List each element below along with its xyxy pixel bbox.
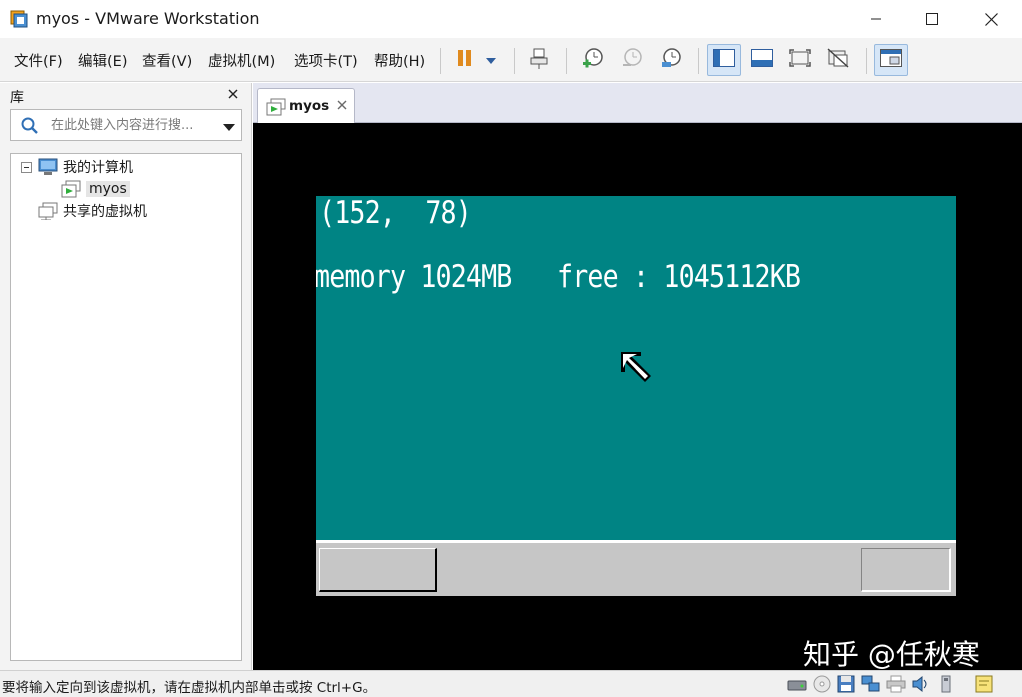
guest-desktop[interactable]: (152, 78) memory 1024MB free : 1045112KB	[316, 196, 956, 596]
vm-console[interactable]: (152, 78) memory 1024MB free : 1045112KB…	[253, 123, 1022, 671]
full-screen-button[interactable]	[783, 44, 817, 76]
snapshot-manager-button[interactable]	[654, 44, 688, 76]
computer-icon	[38, 158, 58, 176]
mouse-cursor-icon	[619, 350, 653, 388]
message-log-icon[interactable]	[974, 675, 994, 693]
vm-running-icon	[61, 180, 81, 198]
tree-item-myos[interactable]: myos	[61, 178, 130, 200]
floppy-icon[interactable]	[836, 675, 856, 693]
snapshot-manager-icon	[659, 46, 683, 74]
toolbar-separator	[440, 48, 441, 74]
tab-label: myos	[289, 98, 330, 114]
menu-view[interactable]: 查看(V)	[142, 50, 192, 71]
tree-item-my-computer[interactable]: 我的计算机	[38, 156, 133, 178]
watermark-text: 知乎 @任秋寒	[803, 638, 980, 671]
revert-snapshot-button[interactable]	[615, 44, 649, 76]
show-thumbnail-icon	[751, 49, 773, 71]
library-close-button[interactable]	[226, 87, 242, 103]
tree-item-shared-vms[interactable]: 共享的虚拟机	[38, 200, 147, 222]
library-tree: 我的计算机 myos 共享的虚拟机	[10, 153, 242, 661]
show-library-icon	[713, 49, 735, 71]
library-search-box	[10, 109, 242, 141]
power-dropdown-button[interactable]	[476, 44, 506, 76]
toolbar-separator	[514, 48, 515, 74]
toolbar-separator	[866, 48, 867, 74]
search-icon	[21, 117, 39, 139]
guest-taskbar	[316, 540, 956, 596]
library-search-input[interactable]	[51, 115, 217, 135]
minimize-button[interactable]	[852, 0, 900, 38]
tab-close-button[interactable]	[336, 99, 348, 115]
guest-tray-area	[861, 548, 951, 592]
vmware-app-icon	[10, 10, 28, 28]
full-screen-icon	[789, 49, 811, 71]
network-adapter-icon[interactable]	[861, 675, 881, 693]
tree-collapse-toggle[interactable]	[21, 162, 32, 173]
guest-start-button[interactable]	[319, 548, 437, 592]
toolbar-separator	[566, 48, 567, 74]
snapshot-take-icon	[581, 46, 605, 74]
menu-vm[interactable]: 虚拟机(M)	[208, 50, 275, 71]
vm-running-icon	[266, 98, 286, 120]
send-ctrl-alt-del-icon	[528, 46, 552, 74]
status-bar: 要将输入定向到该虚拟机，请在虚拟机内部单击或按 Ctrl+G。	[0, 670, 1022, 697]
menu-help[interactable]: 帮助(H)	[374, 50, 425, 71]
maximize-icon	[926, 13, 938, 25]
send-ctrl-alt-del-button[interactable]	[523, 44, 557, 76]
hard-disk-icon[interactable]	[787, 675, 807, 693]
mouse-coordinates-text: (152, 78)	[319, 196, 472, 231]
title-bar: myos - VMware Workstation	[0, 0, 1022, 38]
chevron-down-icon	[223, 120, 235, 136]
unity-button[interactable]	[821, 44, 855, 76]
dropdown-arrow-icon	[486, 52, 496, 68]
snapshot-revert-icon	[620, 46, 644, 74]
minimize-icon	[870, 13, 882, 25]
sound-icon[interactable]	[911, 675, 931, 693]
take-snapshot-button[interactable]	[576, 44, 610, 76]
tree-item-label: myos	[86, 181, 130, 197]
pause-icon	[455, 48, 475, 72]
menu-tabs[interactable]: 选项卡(T)	[294, 50, 358, 71]
search-dropdown-button[interactable]	[223, 120, 235, 136]
close-icon	[336, 99, 348, 115]
cd-dvd-icon[interactable]	[812, 675, 832, 693]
toolbar-separator	[698, 48, 699, 74]
library-panel: 库 我的计算机 myos 共享的虚拟机	[0, 83, 252, 670]
tab-myos[interactable]: myos	[257, 88, 355, 123]
tree-item-label: 共享的虚拟机	[63, 204, 147, 220]
memory-info-text: memory 1024MB free : 1045112KB	[316, 259, 801, 295]
show-thumbnail-button[interactable]	[745, 44, 779, 76]
menu-file[interactable]: 文件(F)	[14, 50, 63, 71]
tab-strip: myos	[253, 83, 1022, 123]
close-icon	[984, 12, 998, 26]
menu-toolbar: 文件(F) 编辑(E) 查看(V) 虚拟机(M) 选项卡(T) 帮助(H)	[0, 38, 1022, 82]
close-icon	[226, 89, 240, 105]
console-view-icon	[880, 49, 902, 71]
show-library-button[interactable]	[707, 44, 741, 76]
menu-edit[interactable]: 编辑(E)	[78, 50, 127, 71]
maximize-button[interactable]	[908, 0, 956, 38]
status-message: 要将输入定向到该虚拟机，请在虚拟机内部单击或按 Ctrl+G。	[2, 680, 377, 696]
console-view-button[interactable]	[874, 44, 908, 76]
tree-item-label: 我的计算机	[63, 160, 133, 176]
library-title: 库	[10, 90, 24, 106]
window-title: myos - VMware Workstation	[36, 9, 260, 28]
shared-vms-icon	[38, 202, 58, 220]
unity-icon	[827, 48, 849, 72]
printer-icon[interactable]	[886, 675, 906, 693]
usb-icon[interactable]	[936, 675, 956, 693]
close-button[interactable]	[967, 0, 1015, 38]
